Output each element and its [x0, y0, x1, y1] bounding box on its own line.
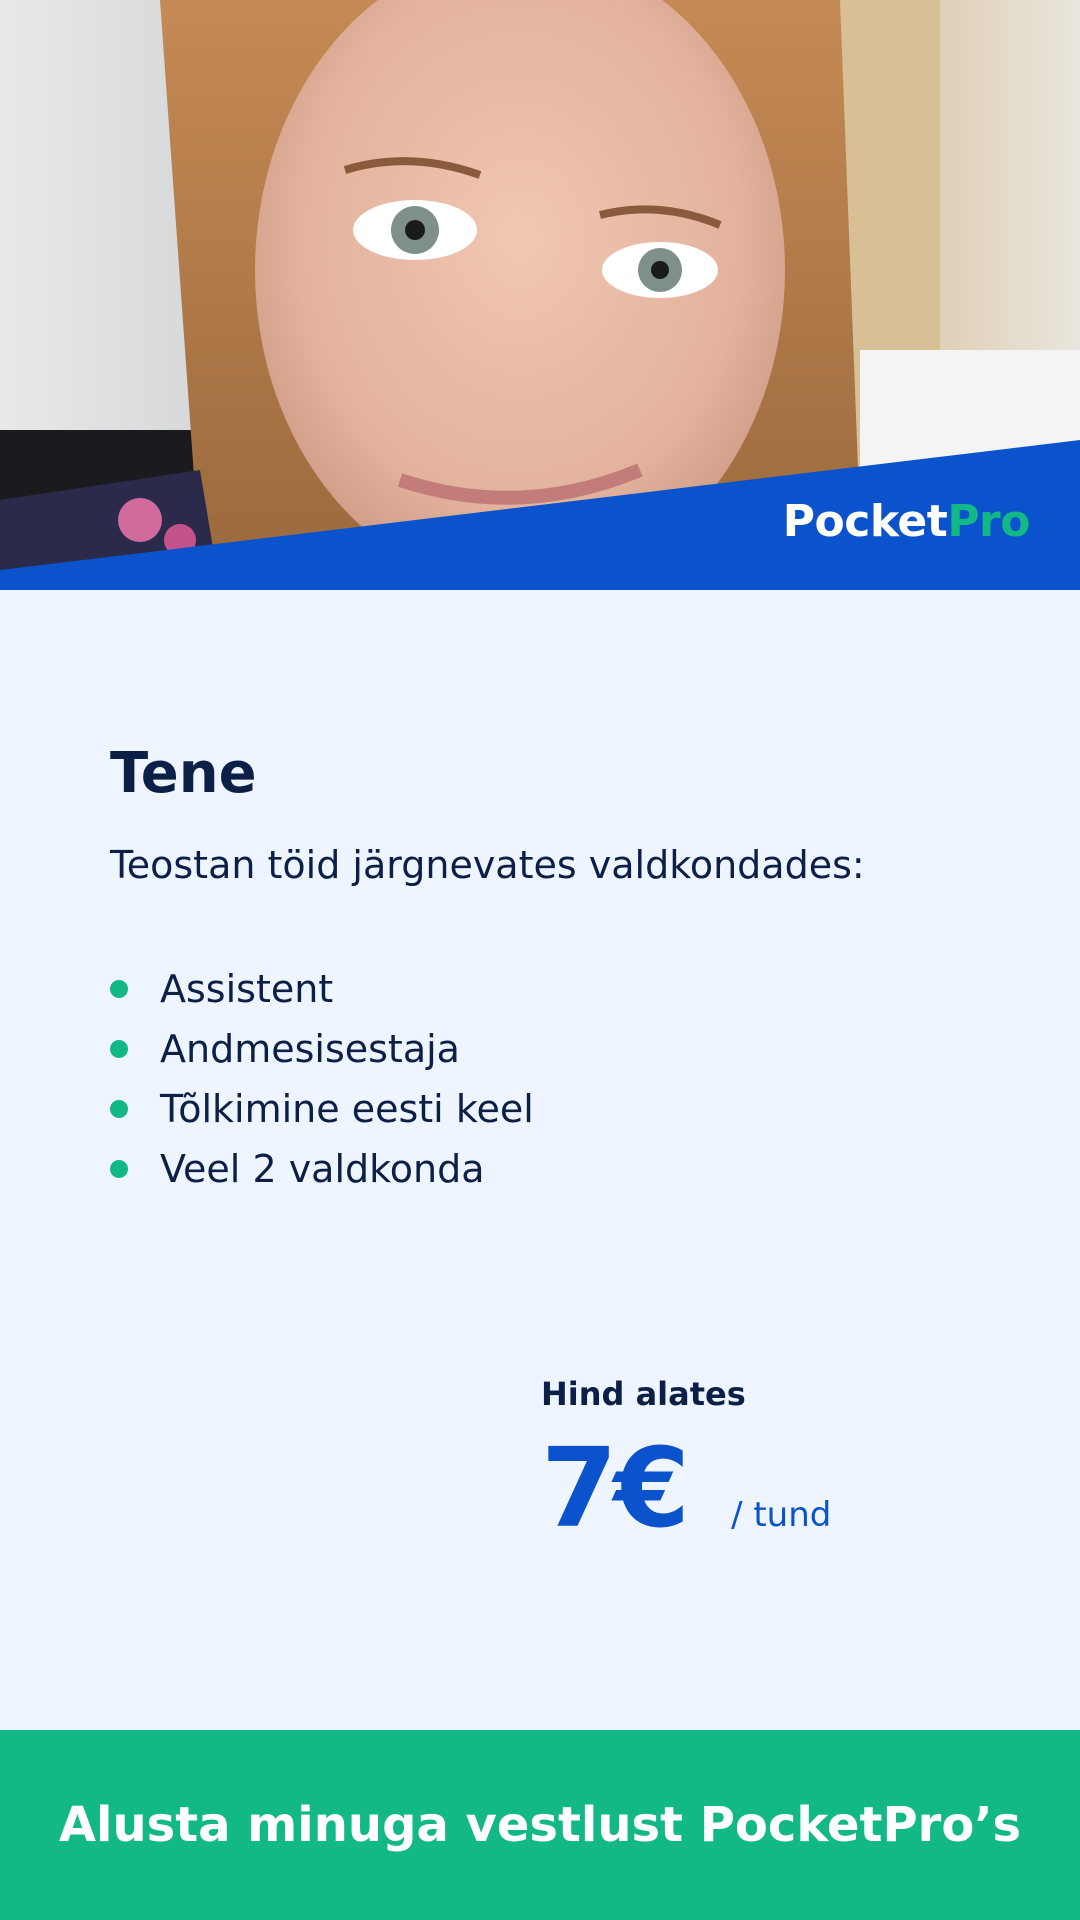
logo-text-pro: Pro [947, 496, 1030, 547]
price-label: Hind alates [541, 1375, 746, 1413]
list-item: Andmesisestaja [110, 1019, 990, 1079]
list-item: Assistent [110, 959, 990, 1019]
pocketpro-logo: PocketPro [783, 500, 1031, 544]
profile-content: Tene Teostan töid järgnevates valdkondad… [110, 740, 990, 1199]
profile-intro: Teostan töid järgnevates valdkondades: [110, 843, 865, 888]
skill-label: Andmesisestaja [160, 1026, 460, 1071]
skill-label: Assistent [160, 966, 334, 1011]
skill-label: Veel 2 valdkonda [160, 1146, 485, 1191]
price-unit: / tund [731, 1495, 832, 1536]
skills-list: Assistent Andmesisestaja Tõlkimine eesti… [110, 959, 990, 1199]
price-value: 7€ [541, 1424, 690, 1553]
bullet-icon [110, 1039, 128, 1058]
skill-label: Tõlkimine eesti keel [160, 1086, 534, 1131]
price-row: 7€ / tund [541, 1433, 831, 1543]
list-item: Tõlkimine eesti keel [110, 1079, 990, 1139]
price-block: Hind alates 7€ / tund [541, 1375, 831, 1543]
profile-name: Tene [110, 741, 257, 806]
start-chat-button[interactable]: Alusta minuga vestlust PocketPro’s [0, 1730, 1080, 1920]
profile-photo-banner: PocketPro [0, 0, 1080, 590]
bullet-icon [110, 1159, 128, 1178]
bullet-icon [110, 1099, 128, 1118]
bullet-icon [110, 979, 128, 998]
logo-text-pocket: Pocket [782, 496, 948, 547]
start-chat-label: Alusta minuga vestlust PocketPro’s [58, 1797, 1022, 1853]
list-item: Veel 2 valdkonda [110, 1139, 990, 1199]
